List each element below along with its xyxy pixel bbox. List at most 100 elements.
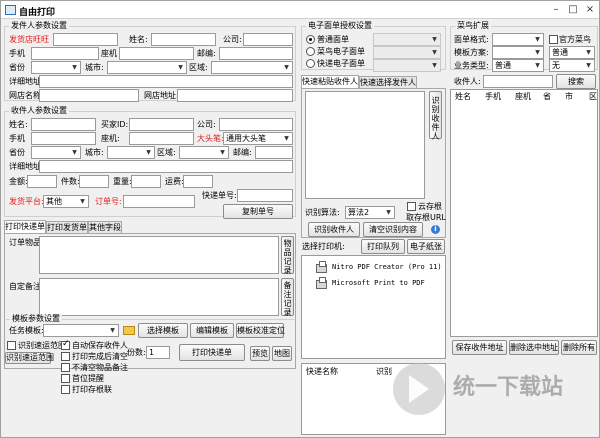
receiver-buyer-id-input[interactable]	[129, 118, 194, 131]
minimize-icon[interactable]: –	[549, 3, 563, 16]
printer-label: 选择打印机:	[302, 242, 345, 251]
tab-print-express[interactable]: 打印快递单	[4, 220, 46, 234]
cloud-stub-checkbox[interactable]	[407, 202, 416, 211]
sender-mobile-input[interactable]	[31, 47, 99, 60]
sender-address-input[interactable]	[39, 75, 293, 88]
print-stub-checkbox[interactable]	[61, 385, 70, 394]
chevron-down-icon: ▼	[80, 198, 85, 205]
sender-company-label: 公司:	[223, 35, 242, 44]
sender-shop-url-label: 网店地址:	[144, 91, 179, 100]
select-template-button[interactable]: 选择模板	[138, 323, 188, 338]
biz-type-select[interactable]: 普通 ▼	[492, 59, 544, 72]
receiver-postcode-input[interactable]	[255, 146, 293, 159]
preview-button[interactable]: 预览	[250, 346, 270, 361]
sender-city-select[interactable]: ▼	[107, 61, 187, 74]
recognize-receiver-button[interactable]: 识别收件人	[308, 222, 360, 237]
receiver-mobile-input[interactable]	[31, 132, 96, 145]
chevron-down-icon: ▼	[110, 327, 115, 334]
pieces-input[interactable]	[79, 175, 109, 188]
amount-input[interactable]	[27, 175, 57, 188]
receiver-big-head-select[interactable]: 通用大头笔 ▼	[223, 132, 293, 145]
cainiao-format-select[interactable]: ▼	[492, 33, 544, 46]
col-express-name: 快递名称	[306, 367, 338, 376]
sender-province-select[interactable]: ▼	[31, 61, 81, 74]
paper-button[interactable]: 电子纸张	[407, 239, 445, 254]
sender-shop-url-input[interactable]	[177, 89, 293, 102]
sender-company-input[interactable]	[243, 33, 293, 46]
sender-district-select[interactable]: ▼	[211, 61, 293, 74]
search-receiver-input[interactable]	[483, 75, 553, 88]
copies-input[interactable]: 1	[146, 346, 170, 359]
algo-select[interactable]: 算法2 ▼	[345, 206, 395, 219]
radio-normal-order[interactable]	[306, 35, 315, 44]
copy-tracking-button[interactable]: 复制单号	[223, 204, 293, 219]
sender-name-input[interactable]	[151, 33, 216, 46]
template-calibrate-button[interactable]: 模板校准定位	[236, 323, 285, 338]
sender-postcode-input[interactable]	[219, 47, 293, 60]
receiver-table[interactable]: 姓名 手机 座机 省 市 区	[450, 89, 598, 337]
receiver-province-select[interactable]: ▼	[31, 146, 81, 159]
eorder-select-1[interactable]: ▼	[373, 33, 441, 46]
sender-province-label: 省份	[9, 63, 25, 72]
first-reminder-checkbox[interactable]	[61, 374, 70, 383]
clear-recognition-button[interactable]: 清空识别内容	[363, 222, 423, 237]
sender-wangwang-input[interactable]	[53, 33, 118, 46]
tracking-no-input[interactable]	[237, 189, 293, 202]
goods-textarea[interactable]	[39, 236, 279, 274]
printer-item-2[interactable]: Microsoft Print to PDF	[332, 278, 425, 288]
search-button[interactable]: 搜索	[556, 74, 596, 89]
sender-landline-input[interactable]	[119, 47, 194, 60]
order-no-input[interactable]	[123, 195, 195, 208]
receiver-landline-input[interactable]	[129, 132, 194, 145]
maximize-icon[interactable]: □	[566, 3, 580, 16]
receiver-company-label: 公司:	[197, 120, 216, 129]
map-button[interactable]: 地图	[272, 346, 292, 361]
receiver-name-input[interactable]	[31, 118, 96, 131]
weight-input[interactable]	[131, 175, 161, 188]
eorder-select-3[interactable]: ▼	[373, 59, 441, 72]
radio-express-order[interactable]	[306, 59, 315, 68]
close-icon[interactable]: ×	[583, 3, 597, 16]
recognize-receiver-side-button[interactable]: 识别收件人	[429, 91, 442, 141]
official-cainiao-checkbox[interactable]	[549, 35, 558, 44]
biz-type-select-2[interactable]: 无 ▼	[549, 59, 595, 72]
receiver-group-title: 收件人参数设置	[9, 106, 69, 116]
copies-label: 份数:	[127, 348, 146, 357]
edit-template-button[interactable]: 编辑模板	[190, 323, 234, 338]
eorder-select-2[interactable]: ▼	[373, 46, 441, 59]
recognize-range-button[interactable]: 识别速运范围	[5, 352, 54, 364]
auto-save-receiver-checkbox[interactable]	[61, 339, 70, 350]
folder-icon[interactable]	[123, 326, 135, 335]
template-select[interactable]: ▼	[43, 324, 119, 337]
radio-express-order-label: 快递电子面单	[317, 59, 365, 68]
receiver-district-select[interactable]: ▼	[179, 146, 229, 159]
freight-input[interactable]	[183, 175, 213, 188]
paste-textarea[interactable]	[305, 91, 425, 199]
clear-after-print-checkbox[interactable]	[61, 352, 70, 361]
platform-select[interactable]: 其他 ▼	[43, 195, 89, 208]
delete-all-button[interactable]: 删除所有	[561, 340, 597, 355]
save-address-button[interactable]: 保存收件地址	[452, 340, 507, 355]
recognize-range-checkbox[interactable]	[7, 341, 16, 350]
printer-list[interactable]: Nitro PDF Creator (Pro 11) Microsoft Pri…	[301, 255, 446, 359]
sender-shop-name-label: 网店名称	[9, 91, 41, 100]
receiver-city-select[interactable]: ▼	[107, 146, 155, 159]
cainiao-template-select[interactable]: ▼	[492, 46, 544, 59]
receiver-address-input[interactable]	[39, 160, 293, 173]
printer-item-1[interactable]: Nitro PDF Creator (Pro 11)	[332, 262, 442, 272]
cainiao-template-select-2[interactable]: 普通 ▼	[549, 46, 595, 59]
remark-record-button[interactable]: 备注记录	[281, 278, 294, 317]
sender-shop-name-input[interactable]	[39, 89, 139, 102]
app-icon	[5, 5, 16, 15]
print-queue-button[interactable]: 打印队列	[361, 239, 405, 254]
radio-cainiao-order[interactable]	[306, 47, 315, 56]
keep-goods-checkbox[interactable]	[61, 363, 70, 372]
info-icon[interactable]: i	[431, 225, 440, 234]
tab-paste-receiver[interactable]: 快速粘贴收件人	[301, 75, 359, 89]
goods-record-button[interactable]: 物品记录	[281, 236, 294, 275]
receiver-company-input[interactable]	[219, 118, 293, 131]
remark-textarea[interactable]	[39, 278, 279, 316]
print-express-button[interactable]: 打印快递单	[179, 344, 245, 361]
col-city: 市	[565, 92, 573, 101]
delete-selected-button[interactable]: 删除选中地址	[509, 340, 559, 355]
